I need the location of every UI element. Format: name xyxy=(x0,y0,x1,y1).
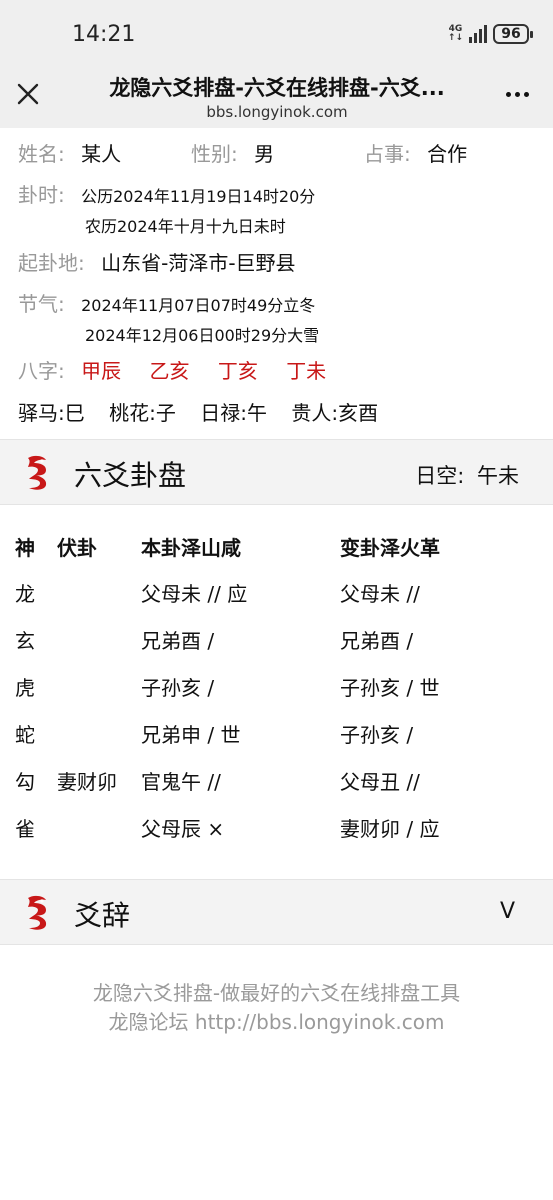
solar-term-1: 2024年11月07日07时49分立冬 xyxy=(81,296,316,315)
header-main-gua: 本卦泽山咸 xyxy=(141,536,241,560)
row-god: 龙 xyxy=(15,582,35,606)
gender-row: 性别: 男 xyxy=(191,138,274,167)
gender-value: 男 xyxy=(254,142,275,166)
place-value: 山东省-菏泽市-巨野县 xyxy=(101,251,296,275)
time-row: 卦时: 公历2024年11月19日14时20分 xyxy=(18,179,315,208)
yaoci-section-header[interactable]: 爻辞 V xyxy=(0,879,553,945)
status-icons: 4G ↑↓ 96 xyxy=(447,24,533,44)
row-god: 雀 xyxy=(15,817,35,841)
taohua: 桃花:子 xyxy=(109,401,176,425)
topic-label: 占事: xyxy=(364,142,411,166)
bazi-hour: 丁未 xyxy=(286,359,327,383)
signal-icon xyxy=(469,25,487,43)
row-god: 虎 xyxy=(15,676,35,700)
row-god: 勾 xyxy=(15,770,35,794)
page-title: 龙隐六爻排盘-六爻在线排盘-六爻... xyxy=(109,76,445,100)
bazi-year: 甲辰 xyxy=(81,359,122,383)
page-url: bbs.longyinok.com xyxy=(206,103,348,121)
row-main: 兄弟申 / 世 xyxy=(141,723,241,747)
row-god: 玄 xyxy=(15,629,35,653)
battery-icon: 96 xyxy=(493,24,533,44)
solar-term-2: 2024年12月06日00时29分大雪 xyxy=(85,326,320,345)
browser-header: 14:21 4G ↑↓ 96 龙隐六爻排盘-六爻在线排盘-六爻... bbs.l… xyxy=(0,0,553,128)
solar-term-row: 节气: 2024年11月07日07时49分立冬 xyxy=(18,288,315,317)
lunar-date: 农历2024年十月十九日未时 xyxy=(85,217,286,236)
yaoci-toggle[interactable]: V xyxy=(500,899,515,924)
gua-section-title: 六爻卦盘 xyxy=(74,459,187,492)
bazi-day: 丁亥 xyxy=(217,359,258,383)
row-main: 父母未 // 应 xyxy=(141,582,248,606)
status-time: 14:21 xyxy=(72,22,136,47)
void-value: 午未 xyxy=(477,464,519,488)
guiren: 贵人:亥酉 xyxy=(291,401,379,425)
name-label: 姓名: xyxy=(18,142,65,166)
gua-table: 神 伏卦 本卦泽山咸 变卦泽火革 龙 父母未 // 应 父母未 // 玄 兄弟酉… xyxy=(0,505,553,879)
header-god: 神 xyxy=(15,536,35,560)
row-changed: 子孙亥 / xyxy=(340,723,414,747)
gua-section-header: 六爻卦盘 日空: 午未 xyxy=(0,439,553,505)
network-indicator: 4G ↑↓ xyxy=(447,24,463,43)
void-info: 日空: 午未 xyxy=(415,460,519,490)
place-row: 起卦地: 山东省-菏泽市-巨野县 xyxy=(18,247,296,276)
row-hidden: 妻财卯 xyxy=(57,770,117,794)
header-changed-gua: 变卦泽火革 xyxy=(340,536,440,560)
row-changed: 子孙亥 / 世 xyxy=(340,676,440,700)
void-label: 日空: xyxy=(415,464,465,488)
footer-slogan: 龙隐六爻排盘-做最好的六爻在线排盘工具 xyxy=(92,981,461,1005)
dragon-logo-icon xyxy=(28,895,47,930)
name-value: 某人 xyxy=(81,142,122,166)
footer-link[interactable]: 龙隐论坛 http://bbs.longyinok.com xyxy=(0,1008,553,1037)
row-main: 官鬼午 // xyxy=(141,770,221,794)
footer: 龙隐六爻排盘-做最好的六爻在线排盘工具 龙隐论坛 http://bbs.long… xyxy=(0,979,553,1037)
bazi-label: 八字: xyxy=(18,359,65,383)
bazi-month: 乙亥 xyxy=(149,359,190,383)
topic-value: 合作 xyxy=(427,142,468,166)
shensha-row: 驿马:巳 桃花:子 日禄:午 贵人:亥酉 xyxy=(18,397,378,426)
solar-date: 公历2024年11月19日14时20分 xyxy=(81,187,316,206)
place-label: 起卦地: xyxy=(18,251,85,275)
rilu: 日禄:午 xyxy=(200,401,267,425)
bazi-row: 八字: 甲辰 乙亥 丁亥 丁未 xyxy=(18,355,326,384)
row-changed: 父母丑 // xyxy=(340,770,420,794)
row-changed: 妻财卯 / 应 xyxy=(340,817,440,841)
row-main: 父母辰 × xyxy=(141,817,225,841)
yima: 驿马:巳 xyxy=(18,401,85,425)
row-changed: 兄弟酉 / xyxy=(340,629,414,653)
yaoci-section-title: 爻辞 xyxy=(74,899,131,932)
more-icon[interactable] xyxy=(506,92,529,97)
person-row: 姓名: 某人 xyxy=(18,138,121,167)
row-god: 蛇 xyxy=(15,723,35,747)
row-changed: 父母未 // xyxy=(340,582,420,606)
row-main: 子孙亥 / xyxy=(141,676,215,700)
time-label: 卦时: xyxy=(18,183,65,207)
row-main: 兄弟酉 / xyxy=(141,629,215,653)
header-hidden: 伏卦 xyxy=(57,536,97,560)
topic-row: 占事: 合作 xyxy=(364,138,467,167)
dragon-logo-icon xyxy=(28,455,47,490)
gender-label: 性别: xyxy=(191,142,238,166)
close-icon[interactable] xyxy=(14,80,42,108)
solar-term-label: 节气: xyxy=(18,292,65,316)
